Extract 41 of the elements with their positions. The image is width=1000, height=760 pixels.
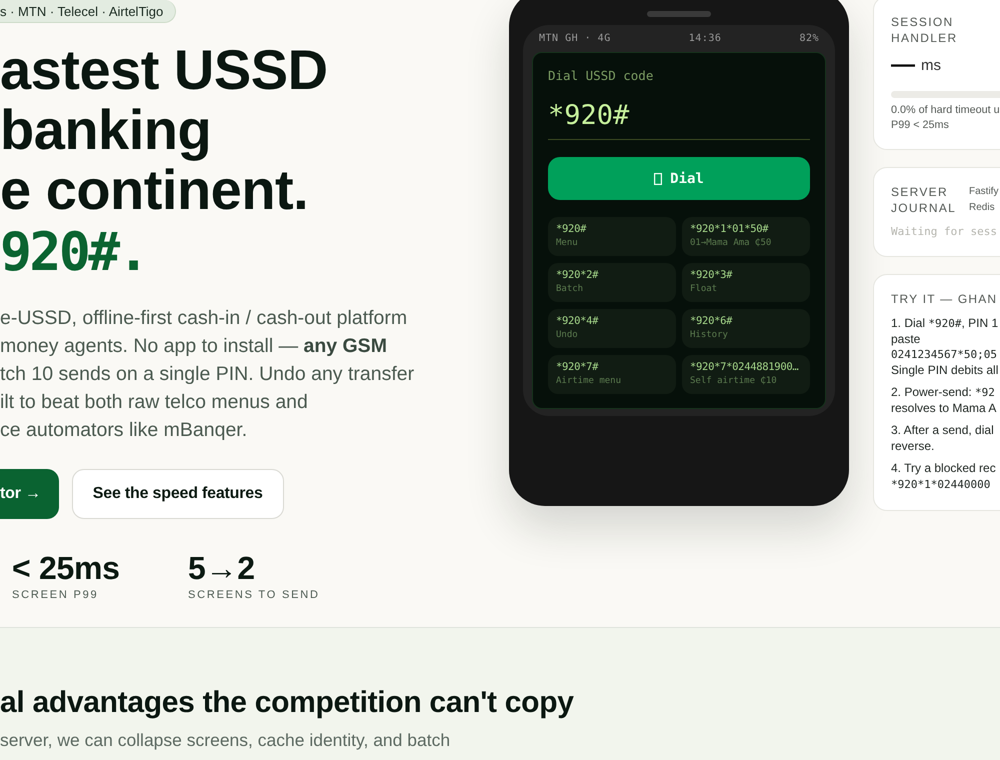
card-title: SERVER JOURNAL [891,184,958,216]
hero-headline: astest USSD banking e continent. [0,40,328,220]
step-text: 1. Dial *920#, PIN 1 paste 0241234567*50;05 Single PIN debits all [891,316,1000,378]
phone-speaker-slot [647,11,711,17]
ussd-shortcut[interactable]: *920*7*0244881900… Self airtime ₵10 [682,355,810,394]
ussd-shortcut[interactable]: *920*2# Batch [548,263,676,302]
card-title: SESSION HANDLER [891,14,958,46]
primary-cta-button[interactable]: tor → [0,469,59,519]
section-lead: server, we can collapse screens, cache identity, and batch [0,729,450,752]
missing-glyph-icon [654,172,662,184]
ussd-shortcut[interactable]: *920*7# Airtime menu [548,355,676,394]
ussd-shortcut[interactable]: *920*6# History [682,309,810,348]
journal-log-text: Waiting for sess [891,224,998,240]
step-text: 3. After a send, dial reverse. [891,423,995,454]
dial-input-field[interactable]: *920# [548,99,810,140]
stat-value: < 25ms [12,549,120,587]
ussd-shortcut[interactable]: *920*4# Undo [548,309,676,348]
secondary-cta-button[interactable]: See the speed features [72,469,284,519]
ussd-shortcut[interactable]: *920*3# Float [682,263,810,302]
dial-label: Dial USSD code [548,67,654,85]
latency-target: P99 < 25ms [891,118,950,133]
stat-label: SCREENS TO SEND [188,588,320,603]
step-text: 2. Power-send: *92 resolves to Mama A [891,385,998,416]
carrier-badge: s · MTN · Telecel · AirtelTigo [0,0,176,23]
stat-label: SCREEN P99 [12,588,98,603]
status-battery: 82% [799,33,819,44]
ussd-shortcut[interactable]: *920# Menu [548,217,676,256]
status-carrier: MTN GH · 4G [539,33,611,44]
timeout-caption: 0.0% of hard timeout u [891,103,1000,118]
step-text: 4. Try a blocked rec *920*1*02440000 [891,461,997,492]
latency-unit: ms [921,56,941,74]
stack-label: Redis [969,201,995,215]
card-title: TRY IT — GHAN [891,291,998,307]
latency-value: — [891,54,915,76]
ussd-shortcut[interactable]: *920*1*01*50# 01→Mama Ama ₵50 [682,217,810,256]
hero-ussd-code: 920#. [0,221,148,285]
status-time: 14:36 [688,33,722,44]
stack-label: Fastify [969,185,998,199]
section-heading: al advantages the competition can't copy [0,685,574,721]
hero-description: e-USSD, offline-first cash-in / cash-out platform money agents. No app to install — any GSM tch 10 sends on a single PIN. Undo any transfer ilt to beat both raw telco menus and ce automators like mBanqer. [0,306,414,443]
stat-value: 5→2 [188,549,255,587]
